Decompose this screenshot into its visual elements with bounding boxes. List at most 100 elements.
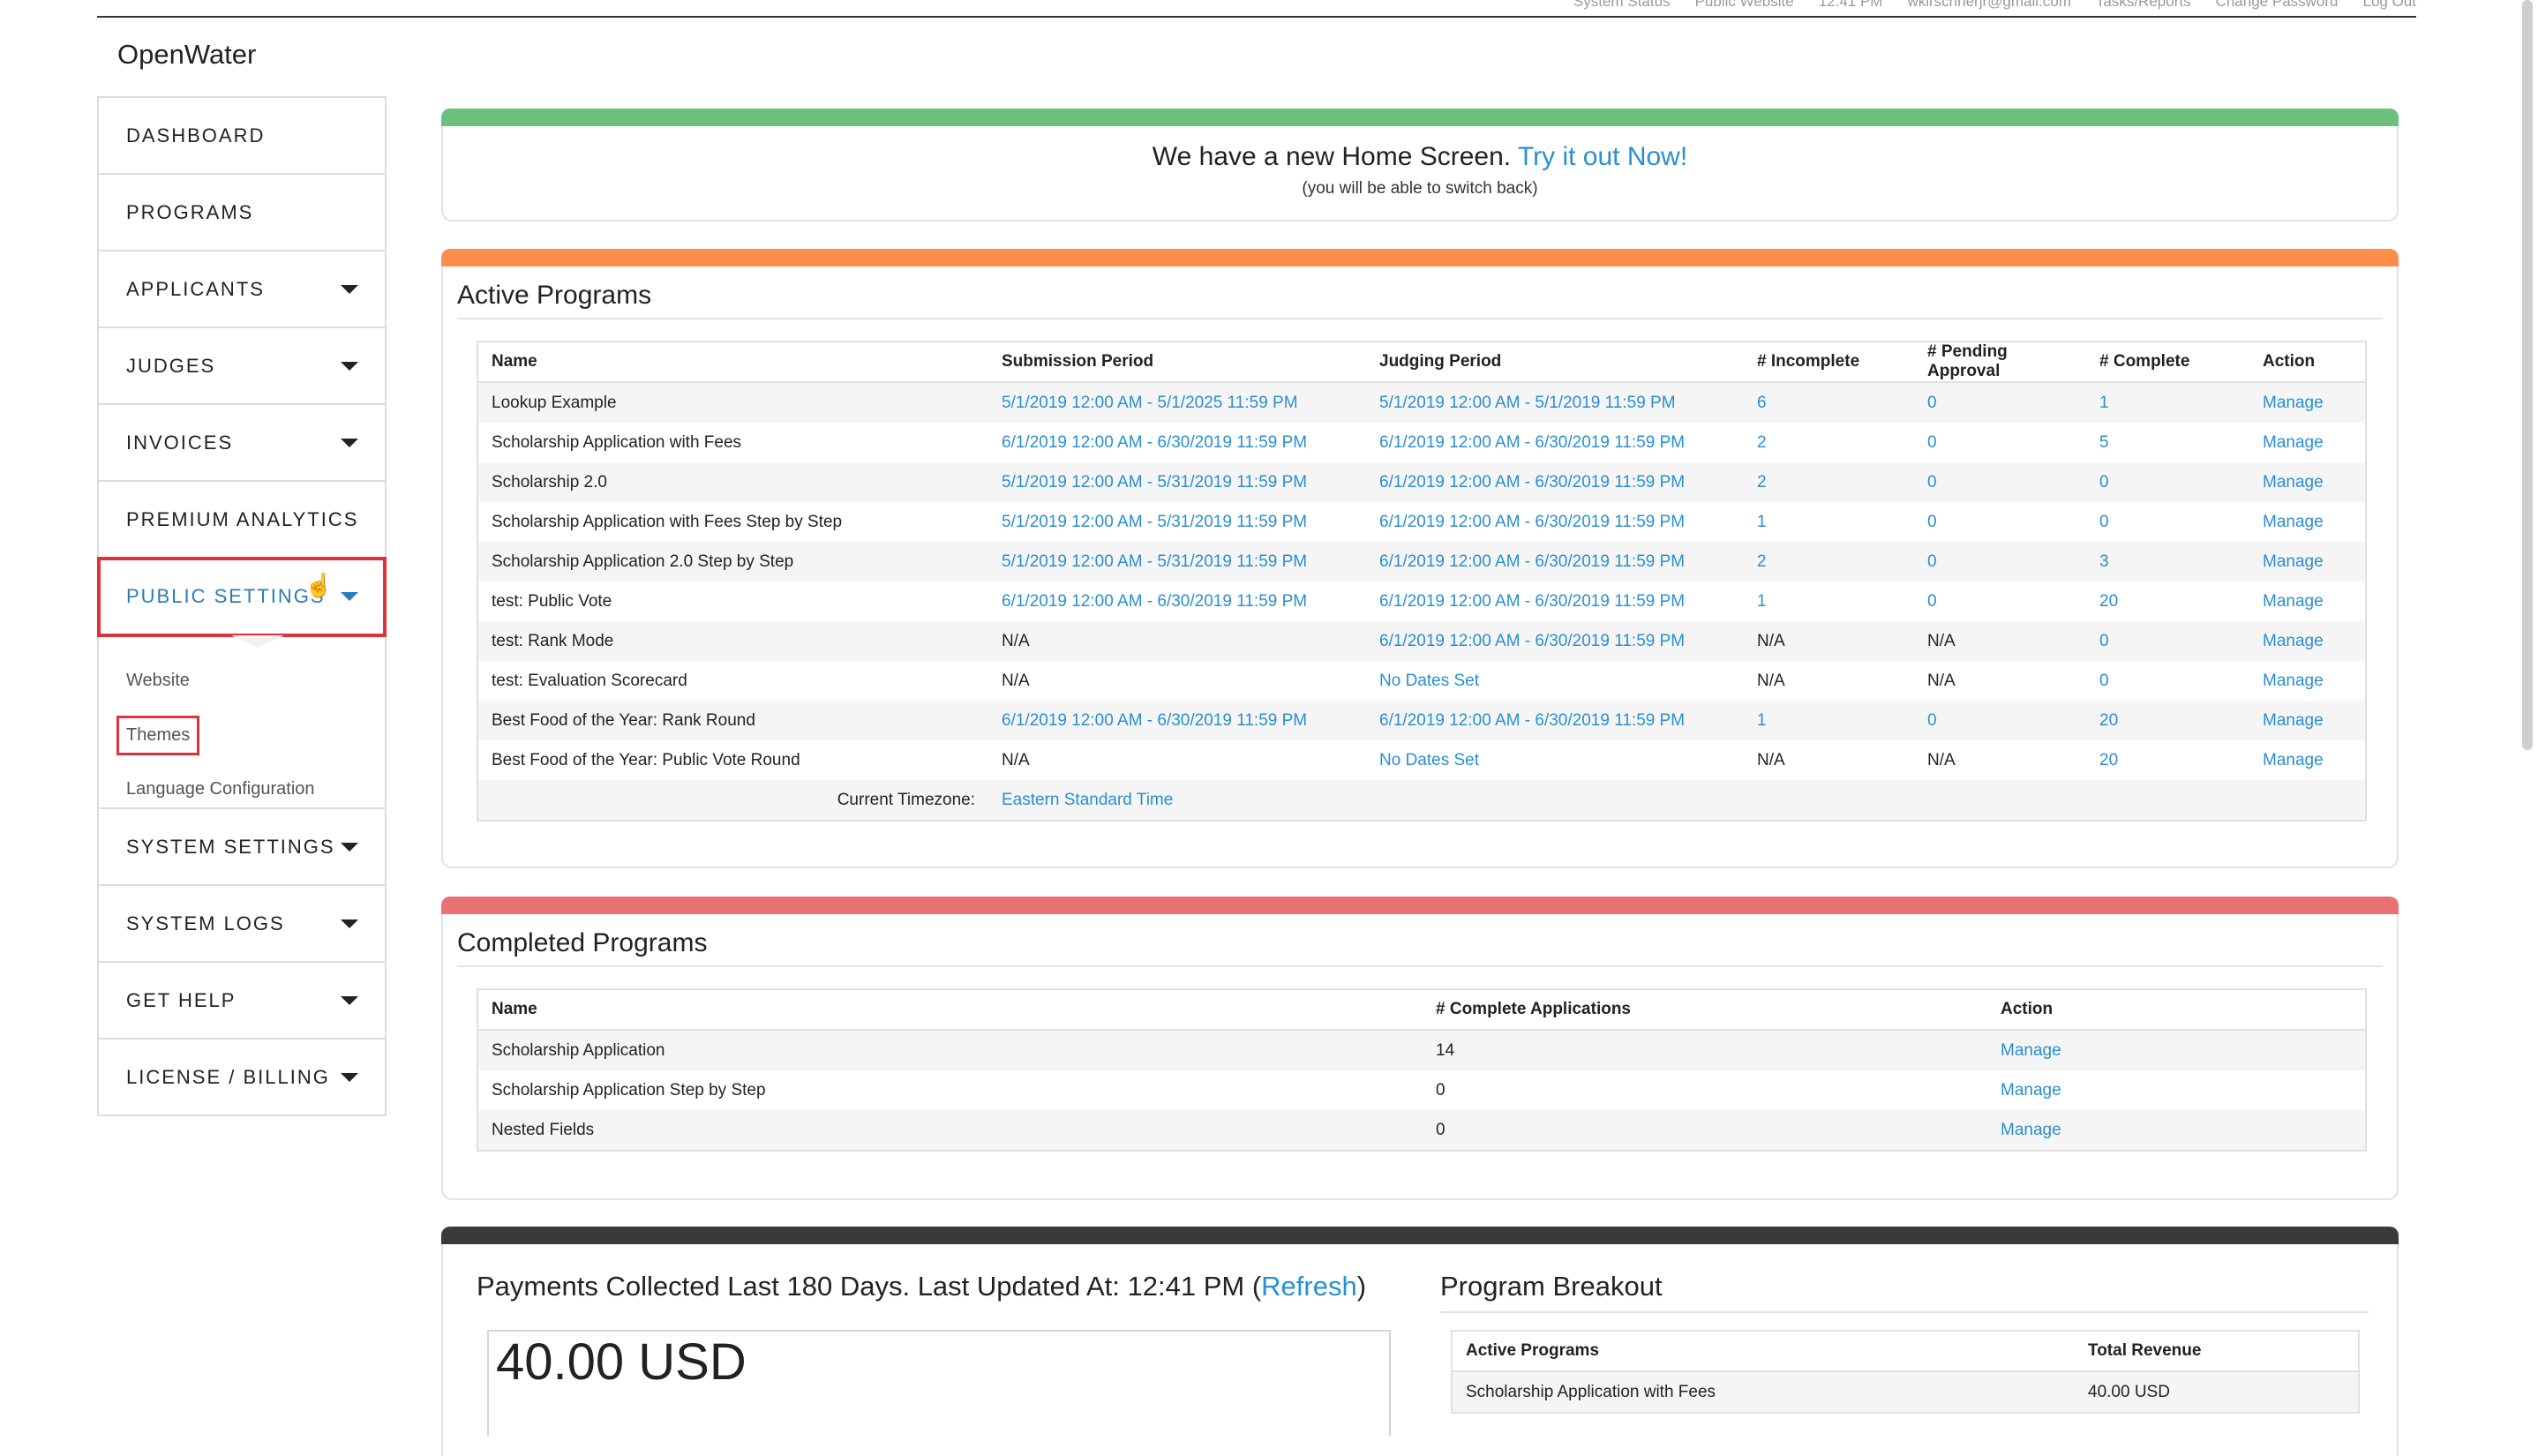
submission-period[interactable]: 5/1/2019 12:00 AM - 5/31/2019 11:59 PM: [988, 502, 1366, 542]
judging-period[interactable]: 6/1/2019 12:00 AM - 6/30/2019 11:59 PM: [1366, 621, 1744, 661]
sidebar-item-dashboard[interactable]: DASHBOARD: [99, 98, 385, 175]
sidebar-item-programs[interactable]: PROGRAMS: [99, 175, 385, 251]
sidebar-item-premium-analytics[interactable]: PREMIUM ANALYTICS: [99, 482, 385, 559]
sidebar-item-system-logs[interactable]: SYSTEM LOGS: [99, 886, 385, 963]
try-new-home-link[interactable]: Try it out Now!: [1518, 142, 1687, 171]
caret-down-icon: [341, 842, 358, 852]
manage-link[interactable]: Manage: [2249, 661, 2366, 701]
submission-period[interactable]: 5/1/2019 12:00 AM - 5/31/2019 11:59 PM: [988, 542, 1366, 582]
pending-approval-count[interactable]: 0: [1914, 382, 2086, 423]
timezone-row: Current Timezone: Eastern Standard Time: [477, 780, 2366, 821]
judging-period[interactable]: 6/1/2019 12:00 AM - 6/30/2019 11:59 PM: [1366, 582, 1744, 621]
manage-link[interactable]: Manage: [2249, 502, 2366, 542]
pending-approval-count[interactable]: 0: [1914, 502, 2086, 542]
submission-period[interactable]: 6/1/2019 12:00 AM - 6/30/2019 11:59 PM: [988, 423, 1366, 462]
complete-count[interactable]: 3: [2086, 542, 2249, 582]
submission-period: N/A: [988, 740, 1366, 780]
pending-approval-count[interactable]: 0: [1914, 462, 2086, 502]
table-row: Scholarship 2.0 5/1/2019 12:00 AM - 5/31/…: [477, 462, 2366, 502]
manage-link[interactable]: Manage: [2249, 462, 2366, 502]
complete-count[interactable]: 1: [2086, 382, 2249, 423]
incomplete-count[interactable]: 2: [1744, 462, 1914, 502]
refresh-link[interactable]: Refresh: [1261, 1271, 1357, 1302]
sidebar-item-label: LICENSE / BILLING: [126, 1065, 330, 1088]
incomplete-count[interactable]: 2: [1744, 542, 1914, 582]
sidebar-item-applicants[interactable]: APPLICANTS: [99, 251, 385, 328]
manage-link[interactable]: Manage: [2249, 382, 2366, 423]
manage-link[interactable]: Manage: [2249, 582, 2366, 621]
manage-link[interactable]: Manage: [1987, 1070, 2366, 1110]
judging-period[interactable]: 6/1/2019 12:00 AM - 6/30/2019 11:59 PM: [1366, 502, 1744, 542]
sidebar-item-label: SYSTEM LOGS: [126, 912, 285, 934]
incomplete-count[interactable]: 2: [1744, 423, 1914, 462]
top-time: 12:41 PM: [1818, 0, 1883, 10]
pending-approval-count[interactable]: 0: [1914, 542, 2086, 582]
manage-link[interactable]: Manage: [2249, 542, 2366, 582]
submission-period[interactable]: 5/1/2019 12:00 AM - 5/1/2025 11:59 PM: [988, 382, 1366, 423]
sidebar-item-license-billing[interactable]: LICENSE / BILLING: [99, 1039, 385, 1116]
submenu-item-themes[interactable]: Themes: [116, 716, 200, 755]
complete-count[interactable]: 0: [2086, 621, 2249, 661]
incomplete-count[interactable]: 1: [1744, 582, 1914, 621]
program-name: test: Evaluation Scorecard: [477, 661, 988, 701]
manage-link[interactable]: Manage: [2249, 701, 2366, 740]
manage-link[interactable]: Manage: [2249, 740, 2366, 780]
program-name: Scholarship Application Step by Step: [477, 1070, 1423, 1110]
caret-down-icon: [341, 995, 358, 1005]
top-link-system-status[interactable]: System Status: [1573, 0, 1671, 11]
submission-period[interactable]: 6/1/2019 12:00 AM - 6/30/2019 11:59 PM: [988, 582, 1366, 621]
sidebar-item-judges[interactable]: JUDGES: [99, 328, 385, 405]
complete-count[interactable]: 0: [2086, 502, 2249, 542]
column-header: # Incomplete: [1744, 341, 1914, 383]
judging-period[interactable]: 6/1/2019 12:00 AM - 6/30/2019 11:59 PM: [1366, 423, 1744, 462]
incomplete-count[interactable]: 6: [1744, 382, 1914, 423]
judging-period[interactable]: No Dates Set: [1366, 740, 1744, 780]
sidebar-item-public-settings[interactable]: PUBLIC SETTINGS ☝: [97, 557, 387, 637]
table-row: Scholarship Application with Fees 40.00 U…: [1452, 1371, 2359, 1413]
complete-count[interactable]: 0: [2086, 462, 2249, 502]
complete-count[interactable]: 20: [2086, 582, 2249, 621]
top-link-log-out[interactable]: Log Out: [2363, 0, 2417, 11]
top-link-change-password[interactable]: Change Password: [2216, 0, 2339, 11]
program-name: Nested Fields: [477, 1110, 1423, 1151]
pending-approval-count[interactable]: 0: [1914, 423, 2086, 462]
judging-period[interactable]: 6/1/2019 12:00 AM - 6/30/2019 11:59 PM: [1366, 462, 1744, 502]
payments-title-text: Payments Collected Last 180 Days. Last U…: [477, 1271, 1262, 1302]
judging-period[interactable]: No Dates Set: [1366, 661, 1744, 701]
top-user-email[interactable]: wkirschnerjr@gmail.com: [1907, 0, 2070, 11]
page-scrollbar[interactable]: [2522, 0, 2533, 750]
manage-link[interactable]: Manage: [1987, 1030, 2366, 1070]
manage-link[interactable]: Manage: [2249, 621, 2366, 661]
pending-approval-count[interactable]: 0: [1914, 701, 2086, 740]
sidebar-item-system-settings[interactable]: SYSTEM SETTINGS: [99, 809, 385, 886]
judging-period[interactable]: 5/1/2019 12:00 AM - 5/1/2019 11:59 PM: [1366, 382, 1744, 423]
complete-count[interactable]: 5: [2086, 423, 2249, 462]
incomplete-count[interactable]: 1: [1744, 502, 1914, 542]
manage-link[interactable]: Manage: [2249, 423, 2366, 462]
submenu-item-website[interactable]: Website: [126, 671, 190, 691]
column-header: # Complete: [2086, 341, 2249, 383]
top-link-public-website[interactable]: Public Website: [1695, 0, 1794, 11]
sidebar-item-invoices[interactable]: INVOICES: [99, 405, 385, 482]
complete-count[interactable]: 20: [2086, 701, 2249, 740]
submission-period[interactable]: 6/1/2019 12:00 AM - 6/30/2019 11:59 PM: [988, 701, 1366, 740]
incomplete-count[interactable]: 1: [1744, 701, 1914, 740]
table-row: Scholarship Application with Fees 6/1/201…: [477, 423, 2366, 462]
timezone-link[interactable]: Eastern Standard Time: [988, 780, 2366, 821]
table-row: Best Food of the Year: Public Vote Round…: [477, 740, 2366, 780]
pending-approval-count[interactable]: 0: [1914, 582, 2086, 621]
top-link-tasks-reports[interactable]: Tasks/Reports: [2096, 0, 2191, 11]
completed-programs-panel: Completed Programs Name # Complete Appli…: [441, 897, 2399, 1200]
sidebar-item-get-help[interactable]: GET HELP: [99, 963, 385, 1039]
complete-count[interactable]: 20: [2086, 740, 2249, 780]
column-header: Action: [2249, 341, 2366, 383]
judging-period[interactable]: 6/1/2019 12:00 AM - 6/30/2019 11:59 PM: [1366, 701, 1744, 740]
brand-logo[interactable]: OpenWater: [117, 39, 256, 71]
complete-count[interactable]: 0: [2086, 661, 2249, 701]
manage-link[interactable]: Manage: [1987, 1110, 2366, 1151]
judging-period[interactable]: 6/1/2019 12:00 AM - 6/30/2019 11:59 PM: [1366, 542, 1744, 582]
submenu-item-language-configuration[interactable]: Language Configuration: [126, 779, 315, 799]
completed-programs-title: Completed Programs: [457, 928, 2383, 967]
payments-amount: 40.00 USD: [487, 1330, 1391, 1436]
submission-period[interactable]: 5/1/2019 12:00 AM - 5/31/2019 11:59 PM: [988, 462, 1366, 502]
